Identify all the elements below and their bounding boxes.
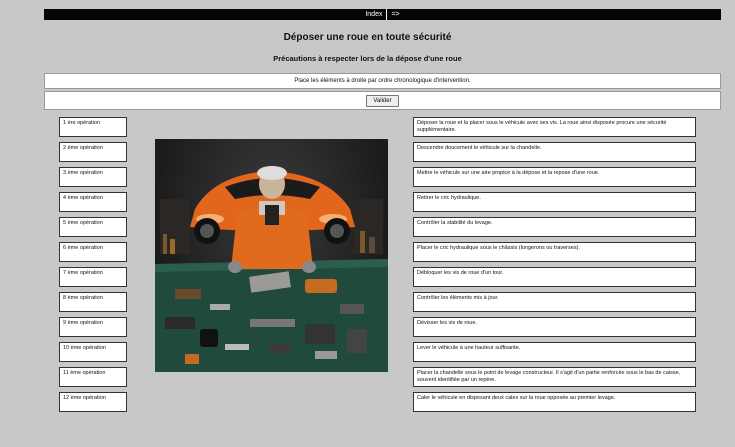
index-link[interactable]: Index [361,9,386,20]
instruction-text: Place les éléments à droite par ordre ch… [44,73,721,89]
answer-card[interactable]: Caler le véhicule en disposant deux cale… [413,392,696,412]
answer-card[interactable]: Descendre doucement le véhicule sur la c… [413,142,696,162]
top-nav-bar: Index => [44,9,721,20]
next-link[interactable]: => [387,9,403,20]
operation-slot[interactable]: 4 ème opération [59,192,127,212]
operation-slot[interactable]: 11 ème opération [59,367,127,387]
operation-slot[interactable]: 9 ème opération [59,317,127,337]
operation-slot[interactable]: 10 ème opération [59,342,127,362]
answer-card[interactable]: Lever le véhicule à une hauteur suffisan… [413,342,696,362]
answer-card[interactable]: Placer le cric hydraulique sous le châss… [413,242,696,262]
validate-bar: Valider [44,91,721,110]
page-subtitle: Précautions à respecter lors de la dépos… [273,54,462,63]
operation-slot[interactable]: 2 ème opération [59,142,127,162]
operation-slot[interactable]: 8 ème opération [59,292,127,312]
answer-card[interactable]: Retirer le cric hydraulique. [413,192,696,212]
answer-card[interactable]: Contrôler la stabilité du levage. [413,217,696,237]
answer-card[interactable]: Contrôler les éléments mis à jour. [413,292,696,312]
answer-card[interactable]: Dévisser les vis de roue. [413,317,696,337]
operation-slot[interactable]: 6 ème opération [59,242,127,262]
operation-slot[interactable]: 7 ème opération [59,267,127,287]
page-title: Déposer une roue en toute sécurité [283,32,452,43]
operation-slot[interactable]: 1 ère opération [59,117,127,137]
answer-card[interactable]: Mettre le véhicule sur une aire propice … [413,167,696,187]
validate-button[interactable]: Valider [366,94,399,107]
operation-slot[interactable]: 12 ème opération [59,392,127,412]
operation-slot[interactable]: 5 ème opération [59,217,127,237]
operation-slot[interactable]: 3 ème opération [59,167,127,187]
answer-card[interactable]: Débloquer les vis de roue d'un tour. [413,267,696,287]
mechanic-car-illustration [155,139,388,372]
operation-list: 1 ère opération 2 ème opération 3 ème op… [59,117,127,417]
answer-card[interactable]: Placer la chandelle sous le point de lev… [413,367,696,387]
answer-list: Déposer la roue et la placer sous le véh… [413,117,696,417]
answer-card[interactable]: Déposer la roue et la placer sous le véh… [413,117,696,137]
